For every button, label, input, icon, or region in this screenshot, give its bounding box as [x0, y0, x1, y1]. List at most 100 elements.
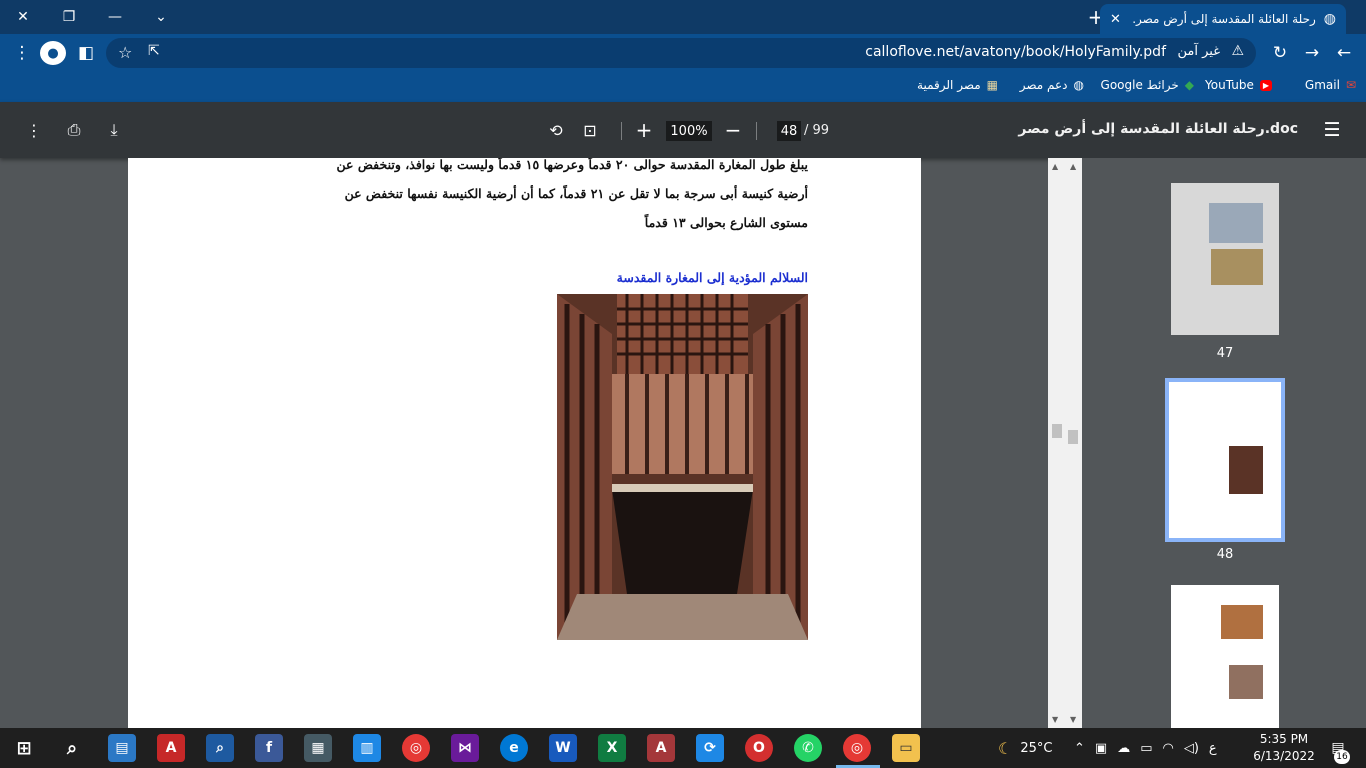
temperature: 25°C: [1020, 740, 1053, 756]
print-icon[interactable]: ⎙: [62, 118, 86, 142]
youtube-icon: ▶: [1259, 79, 1272, 91]
hamburger-menu-icon[interactable]: ☰: [1320, 118, 1344, 142]
globe-icon: ◍: [1323, 11, 1336, 27]
edge-icon[interactable]: e: [500, 734, 528, 762]
windows-start-icon[interactable]: ⊞: [10, 734, 38, 762]
thumbnail-image: [1209, 203, 1263, 243]
autocad-icon[interactable]: A: [157, 734, 185, 762]
forward-icon[interactable]: →: [1298, 38, 1326, 68]
volume-icon[interactable]: ◁): [1184, 741, 1199, 756]
bookmark-support-egypt[interactable]: ◍ دعم مصر: [1020, 78, 1084, 92]
thumbnail-image: [1211, 249, 1263, 285]
tab-search-button[interactable]: ⌄: [138, 0, 184, 34]
zoom-level[interactable]: 100%: [666, 121, 712, 141]
page-total: / 99: [804, 123, 830, 138]
clock-date: 6/13/2022: [1253, 749, 1315, 763]
system-tray[interactable]: ⌃ ▣ ☁ ▭ ◠ ◁) ع: [1074, 728, 1217, 768]
page-number-input[interactable]: 48: [777, 121, 801, 141]
clock[interactable]: 5:35 PM 6/13/2022: [1252, 731, 1316, 765]
notification-badge: 16: [1334, 750, 1350, 764]
whatsapp-icon[interactable]: ✆: [794, 734, 822, 762]
close-tab-icon[interactable]: ✕: [1110, 12, 1121, 27]
file-explorer-icon[interactable]: ▭: [892, 734, 920, 762]
excel-icon[interactable]: X: [598, 734, 626, 762]
bookmark-star-icon[interactable]: ☆: [118, 43, 132, 62]
clock-time: 5:35 PM: [1259, 732, 1309, 746]
address-bar-row: ⋮ ● ◧ ☆ ⇱ calloflove.net/avatony/book/Ho…: [0, 34, 1366, 72]
zoom-out-icon[interactable]: −: [721, 118, 745, 142]
meet-now-icon[interactable]: ▣: [1095, 741, 1107, 756]
magnifier-icon[interactable]: ⌕: [206, 734, 234, 762]
gmail-icon: ✉: [1345, 78, 1356, 92]
battery-icon[interactable]: ▭: [1140, 741, 1152, 756]
thumbnail-page-49[interactable]: [1171, 585, 1279, 728]
thumbnail-image: [1221, 605, 1263, 639]
opera-icon[interactable]: O: [745, 734, 773, 762]
access-icon[interactable]: A: [647, 734, 675, 762]
document-title: رحلة العائلة المقدسة إلى أرض مصر.doc: [1018, 121, 1298, 137]
zoom-in-icon[interactable]: +: [632, 118, 656, 142]
scroll-thumb[interactable]: [1068, 430, 1078, 444]
scroll-up-icon[interactable]: ▲: [1052, 162, 1058, 171]
omnibox[interactable]: ☆ ⇱ calloflove.net/avatony/book/HolyFami…: [106, 38, 1256, 68]
warning-icon[interactable]: ⚠: [1231, 43, 1244, 59]
browser-titlebar: ✕ ❐ — ⌄ + ◍ رحلة العائلة المقدسة إلى أرض…: [0, 0, 1366, 34]
thumbnail-image: [1229, 446, 1263, 494]
thumbnail-label: 47: [1216, 346, 1234, 361]
url-text[interactable]: calloflove.net/avatony/book/HolyFamily.p…: [865, 44, 1166, 60]
thumbnail-label: 48: [1216, 547, 1234, 562]
bookmark-youtube[interactable]: ▶ YouTube: [1205, 78, 1272, 92]
menu-kebab-icon[interactable]: ⋮: [8, 38, 36, 68]
moon-icon: ☾: [998, 738, 1013, 758]
pdf-toolbar: ⋮ ⎙ ⤓ ⟲ ⊡ + 100% − 48 / 99 رحلة العائلة …: [0, 102, 1366, 158]
wifi-icon[interactable]: ◠: [1163, 741, 1174, 756]
bookmark-digital-egypt[interactable]: ▦ مصر الرقمية: [917, 78, 998, 92]
chrome-active-icon[interactable]: ◎: [843, 734, 871, 762]
paragraph-line: يبلغ طول المغارة المقدسة حوالى ٢٠ قدماً …: [336, 158, 808, 172]
fit-page-icon[interactable]: ⊡: [578, 118, 602, 142]
calculator-icon[interactable]: ▦: [304, 734, 332, 762]
bookmark-gmail[interactable]: ✉ Gmail: [1305, 78, 1356, 92]
close-window-button[interactable]: ✕: [0, 0, 46, 34]
cloud-icon[interactable]: ☁: [1117, 741, 1130, 756]
calendar-icon[interactable]: ▥: [353, 734, 381, 762]
globe-icon: ◍: [1073, 78, 1084, 92]
input-language[interactable]: ع: [1209, 741, 1217, 756]
restore-window-button[interactable]: ❐: [46, 0, 92, 34]
share-icon[interactable]: ⇱: [148, 43, 160, 59]
side-panel-icon[interactable]: ◧: [72, 38, 100, 68]
chevron-up-icon[interactable]: ⌃: [1074, 741, 1085, 756]
page-scrollbar[interactable]: ▲ ▲ ▼ ▼: [1048, 158, 1082, 728]
download-icon[interactable]: ⤓: [102, 118, 126, 142]
sync-icon[interactable]: ⟳: [696, 734, 724, 762]
toolbar-divider: [756, 122, 757, 140]
figure-caption: السلالم المؤدية إلى المغارة المقدسة: [616, 270, 808, 285]
control-panel-icon[interactable]: ▤: [108, 734, 136, 762]
rotate-icon[interactable]: ⟲: [544, 118, 568, 142]
reload-icon[interactable]: ↻: [1266, 38, 1294, 68]
tab-title: رحلة العائلة المقدسة إلى أرض مصر.: [1132, 12, 1316, 26]
bookmarks-bar: ✉ Gmail ▶ YouTube ◆ خرائط Google ◍ دعم م…: [0, 72, 1366, 102]
paragraph-line: مستوى الشارع بحوالى ١٣ قدماً: [644, 215, 808, 230]
profile-avatar[interactable]: ●: [40, 41, 66, 65]
word-icon[interactable]: W: [549, 734, 577, 762]
search-icon[interactable]: ⌕: [58, 734, 86, 762]
thumbnail-page-47[interactable]: [1171, 183, 1279, 335]
browser-tab[interactable]: ◍ رحلة العائلة المقدسة إلى أرض مصر. ✕: [1100, 4, 1346, 34]
scroll-down-icon[interactable]: ▼: [1052, 715, 1058, 724]
weather-widget[interactable]: ☾ 25°C: [998, 728, 1052, 768]
bookmark-maps[interactable]: ◆ خرائط Google: [1101, 78, 1194, 92]
facebook-icon[interactable]: f: [255, 734, 283, 762]
back-icon[interactable]: ←: [1330, 38, 1358, 68]
chrome-icon[interactable]: ◎: [402, 734, 430, 762]
paragraph-line: أرضية كنيسة أبى سرجة بما لا تقل عن ٢١ قد…: [344, 186, 808, 201]
thumbnail-page-48[interactable]: [1165, 378, 1285, 542]
toolbar-divider: [621, 122, 622, 140]
scroll-up-icon[interactable]: ▲: [1070, 162, 1076, 171]
visual-studio-icon[interactable]: ⋈: [451, 734, 479, 762]
scroll-down-icon[interactable]: ▼: [1070, 715, 1076, 724]
minimize-window-button[interactable]: —: [92, 0, 138, 34]
more-actions-icon[interactable]: ⋮: [22, 118, 46, 142]
security-label[interactable]: غير آمن: [1178, 44, 1221, 59]
scroll-thumb[interactable]: [1052, 424, 1062, 438]
